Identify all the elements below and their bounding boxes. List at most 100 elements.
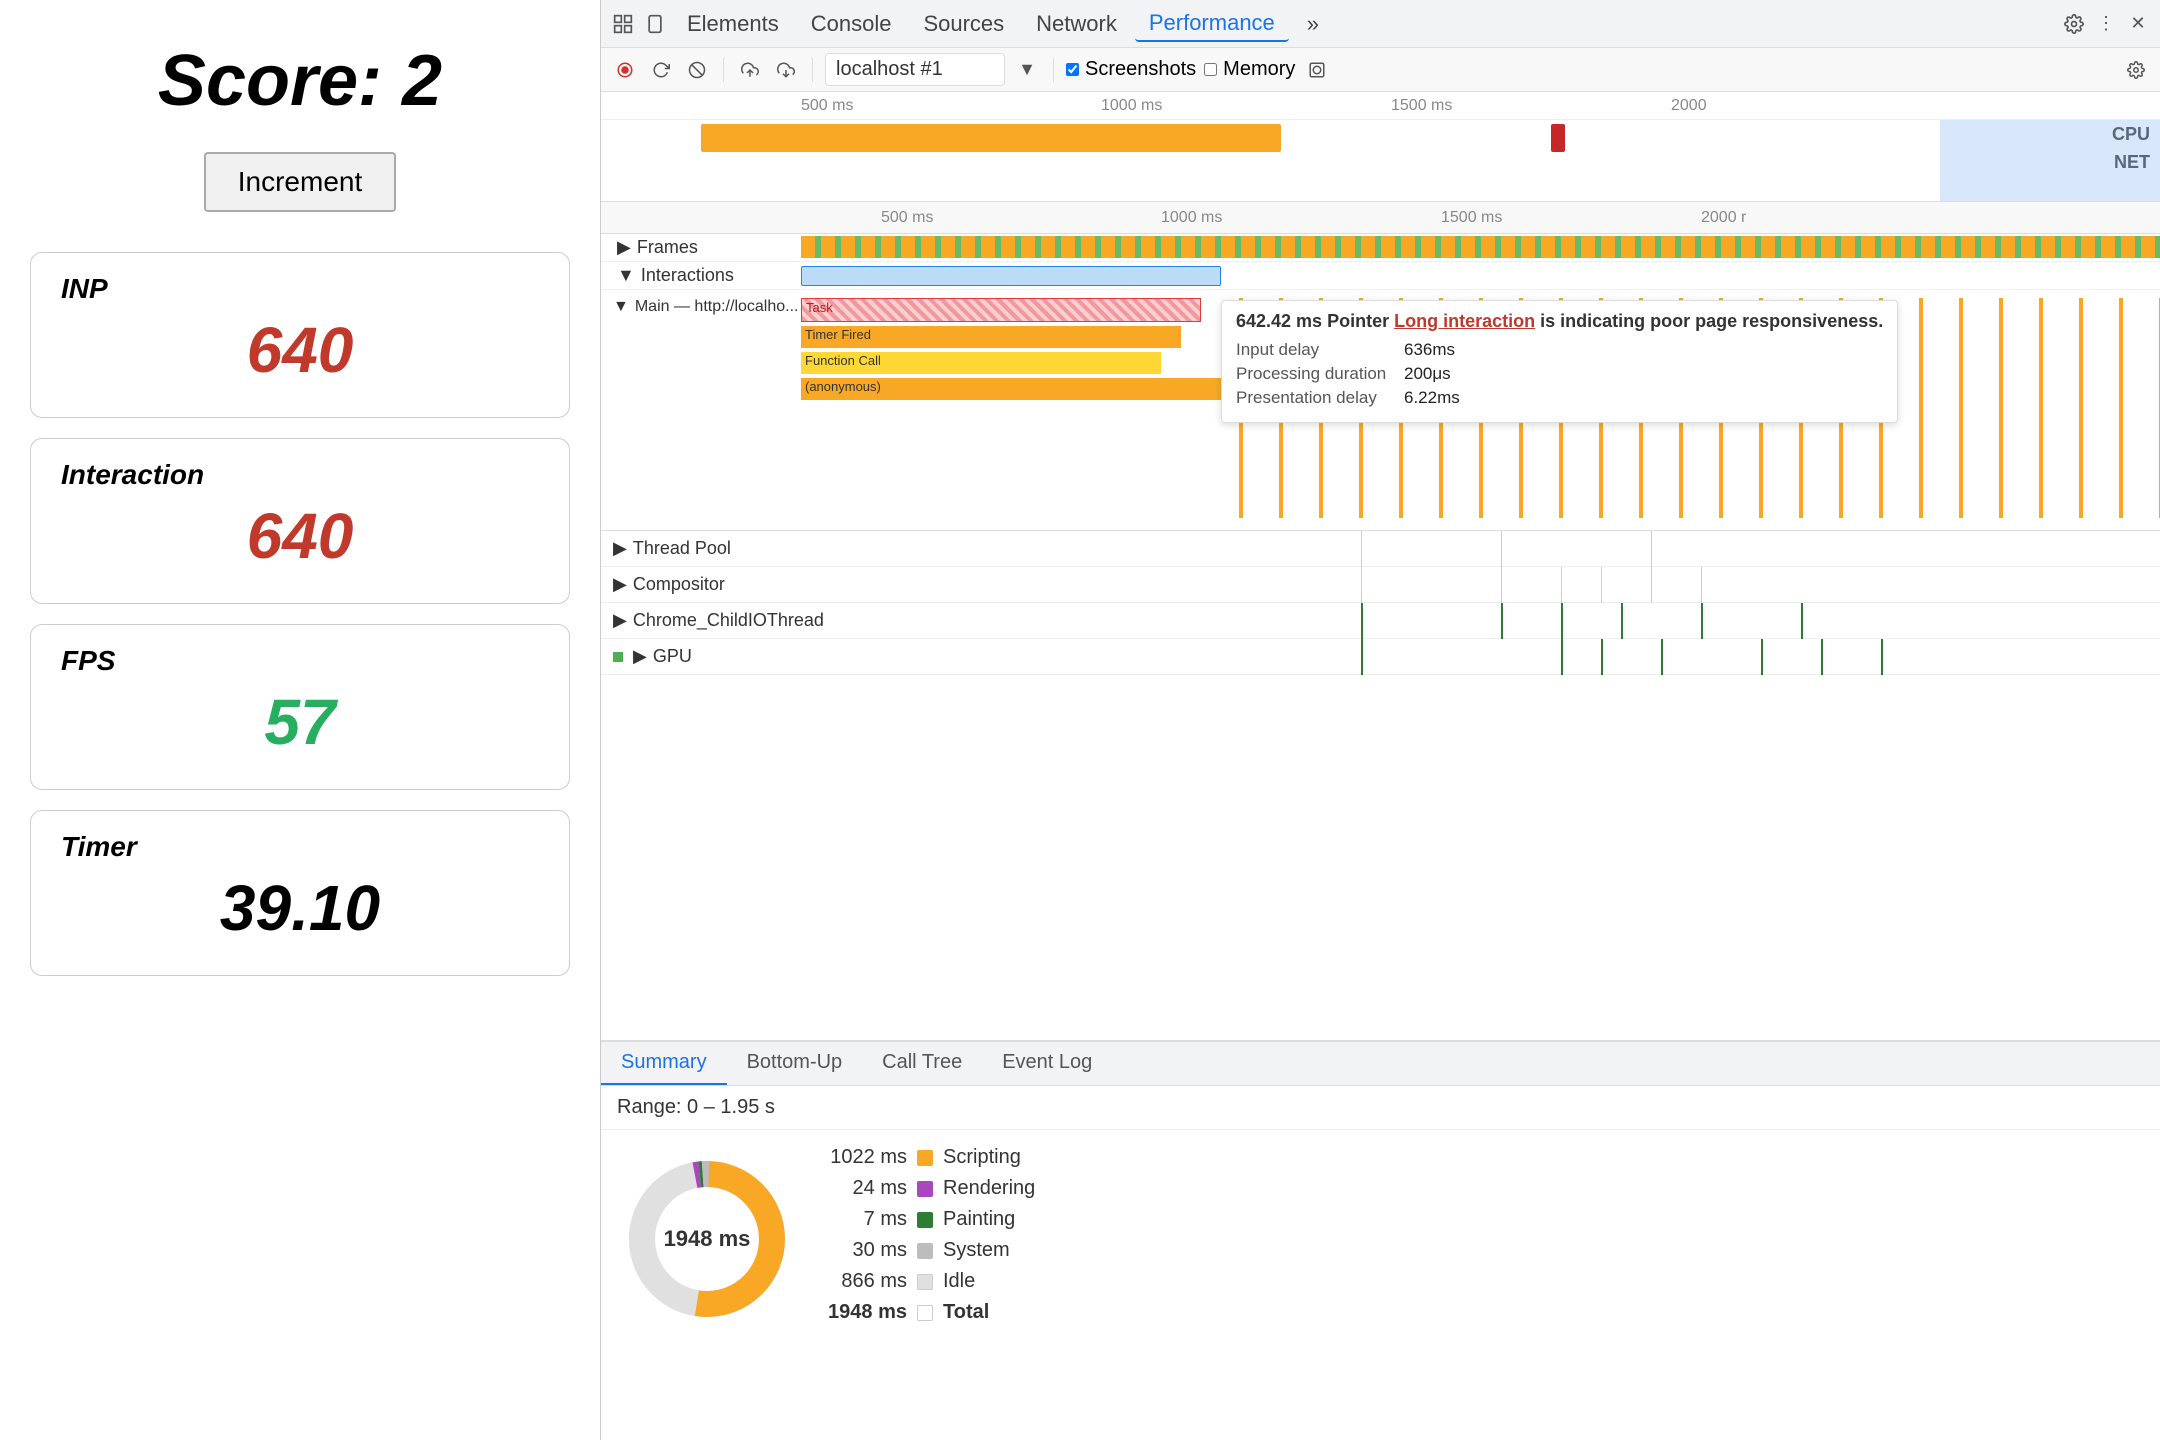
ruler-1500: 1500 ms — [1391, 97, 1452, 115]
capture-icon[interactable] — [1303, 56, 1331, 84]
thread-pool-label[interactable]: ▶ Thread Pool — [601, 538, 801, 559]
timer-value: 39.10 — [61, 871, 539, 945]
comp-vline-6 — [1701, 567, 1702, 603]
tab-network[interactable]: Network — [1022, 7, 1131, 41]
timeline-overview[interactable]: 500 ms 1000 ms 1500 ms 2000 CPU NET — [601, 92, 2160, 202]
cpu-bar-red — [1551, 124, 1565, 152]
tooltip-presentation-val: 6.22ms — [1404, 388, 1460, 408]
increment-button[interactable]: Increment — [204, 152, 397, 212]
screenshots-checkbox-row: Screenshots — [1066, 58, 1196, 81]
interaction-card: Interaction 640 — [30, 438, 570, 604]
comp-vline-4 — [1601, 567, 1602, 603]
memory-checkbox[interactable] — [1204, 63, 1217, 76]
gpu-line-3 — [1601, 639, 1603, 675]
device-icon[interactable] — [641, 10, 669, 38]
devtools-toolbar: localhost #1 ▼ Screenshots Memory — [601, 48, 2160, 92]
main-expand-icon[interactable]: ▼ — [613, 298, 629, 316]
reload-icon[interactable] — [647, 56, 675, 84]
green-line-5 — [1701, 603, 1703, 639]
green-line-4 — [1621, 603, 1623, 639]
gpu-line-7 — [1881, 639, 1883, 675]
devtools-panel: Elements Console Sources Network Perform… — [600, 0, 2160, 1440]
chrome-child-content — [801, 603, 2160, 639]
tooltip-input-delay-val: 636ms — [1404, 340, 1455, 360]
main-track: ▼ Main — http://localho... Task Timer Fi… — [601, 290, 2160, 531]
vline-1 — [1361, 531, 1362, 567]
tab-console[interactable]: Console — [797, 7, 906, 41]
download-icon[interactable] — [772, 56, 800, 84]
tooltip-presentation-key: Presentation delay — [1236, 388, 1396, 408]
tab-sources[interactable]: Sources — [909, 7, 1018, 41]
legend-idle: 866 ms Idle — [827, 1270, 1035, 1293]
gpu-label[interactable]: ▶ GPU — [601, 646, 801, 667]
target-url[interactable]: localhost #1 — [825, 53, 1005, 86]
devtools-topbar: Elements Console Sources Network Perform… — [601, 0, 2160, 48]
legend-painting: 7 ms Painting — [827, 1208, 1035, 1231]
perf-settings-icon[interactable] — [2122, 56, 2150, 84]
divider-2 — [812, 58, 813, 82]
memory-label: Memory — [1223, 58, 1295, 81]
inp-card: INP 640 — [30, 252, 570, 418]
gpu-row[interactable]: ▶ GPU — [601, 639, 2160, 675]
gpu-line-5 — [1761, 639, 1763, 675]
chrome-child-expand-icon[interactable]: ▶ — [613, 610, 627, 631]
chrome-child-row[interactable]: ▶ Chrome_ChildIOThread — [601, 603, 2160, 639]
settings-icon[interactable] — [2060, 10, 2088, 38]
gpu-expand-icon[interactable]: ▶ — [633, 646, 647, 667]
tab-summary[interactable]: Summary — [601, 1042, 727, 1085]
comp-vline-3 — [1561, 567, 1562, 603]
close-icon[interactable]: ✕ — [2124, 10, 2152, 38]
tab-event-log[interactable]: Event Log — [982, 1042, 1112, 1085]
fps-card: FPS 57 — [30, 624, 570, 790]
bottom-content: Range: 0 – 1.95 s — [601, 1086, 2160, 1440]
legend-painting-label: Painting — [943, 1208, 1015, 1231]
timeline-ruler: 500 ms 1000 ms 1500 ms 2000 — [601, 92, 2160, 120]
chrome-child-label[interactable]: ▶ Chrome_ChildIOThread — [601, 610, 801, 631]
painting-color — [917, 1212, 933, 1228]
interactions-label[interactable]: ▼ Interactions — [601, 265, 801, 286]
compositor-expand-icon[interactable]: ▶ — [613, 574, 627, 595]
timeline-main[interactable]: 500 ms 1000 ms 1500 ms 2000 r ▶ Frames ▼… — [601, 202, 2160, 1040]
system-color — [917, 1243, 933, 1259]
compositor-label[interactable]: ▶ Compositor — [601, 574, 801, 595]
comp-vline-2 — [1501, 567, 1502, 603]
tooltip-link[interactable]: Long interaction — [1394, 311, 1535, 331]
interaction-bar[interactable] — [801, 266, 1221, 286]
tooltip-input-delay-key: Input delay — [1236, 340, 1396, 360]
fps-value: 57 — [61, 685, 539, 759]
tab-performance[interactable]: Performance — [1135, 6, 1289, 42]
tooltip-time: 642.42 ms — [1236, 311, 1322, 331]
more-icon[interactable]: ⋮ — [2092, 10, 2120, 38]
thread-pool-row[interactable]: ▶ Thread Pool — [601, 531, 2160, 567]
screenshots-checkbox[interactable] — [1066, 63, 1079, 76]
thread-pool-expand-icon[interactable]: ▶ — [613, 538, 627, 559]
frames-bar — [801, 236, 2160, 258]
upload-icon[interactable] — [736, 56, 764, 84]
legend-scripting-label: Scripting — [943, 1146, 1021, 1169]
task-bar: Task — [801, 298, 1201, 322]
frames-content — [801, 234, 2160, 261]
gpu-line-1 — [1361, 639, 1363, 675]
timeline-selection[interactable] — [1940, 120, 2160, 202]
tab-call-tree[interactable]: Call Tree — [862, 1042, 982, 1085]
frames-expand-icon[interactable]: ▶ — [617, 237, 631, 258]
main-label[interactable]: ▼ Main — http://localho... — [601, 290, 801, 316]
left-panel: Score: 2 Increment INP 640 Interaction 6… — [0, 0, 600, 1440]
legend-rendering-label: Rendering — [943, 1177, 1035, 1200]
interactions-expand-icon[interactable]: ▼ — [617, 265, 635, 286]
tab-bottom-up[interactable]: Bottom-Up — [727, 1042, 863, 1085]
ruler-1000: 1000 ms — [1101, 97, 1162, 115]
clear-icon[interactable] — [683, 56, 711, 84]
legend-scripting-ms: 1022 ms — [827, 1146, 907, 1169]
compositor-row[interactable]: ▶ Compositor — [601, 567, 2160, 603]
inspect-icon[interactable] — [609, 10, 637, 38]
frames-label[interactable]: ▶ Frames — [601, 237, 801, 258]
tooltip-processing-val: 200μs — [1404, 364, 1451, 384]
url-dropdown-icon[interactable]: ▼ — [1013, 56, 1041, 84]
range-label: Range: 0 – 1.95 s — [601, 1086, 2160, 1130]
bottom-panel: Summary Bottom-Up Call Tree Event Log Ra… — [601, 1040, 2160, 1440]
record-icon[interactable] — [611, 56, 639, 84]
tab-elements[interactable]: Elements — [673, 7, 793, 41]
tab-more[interactable]: » — [1293, 7, 1333, 41]
tooltip-processing: Processing duration 200μs — [1236, 364, 1883, 384]
